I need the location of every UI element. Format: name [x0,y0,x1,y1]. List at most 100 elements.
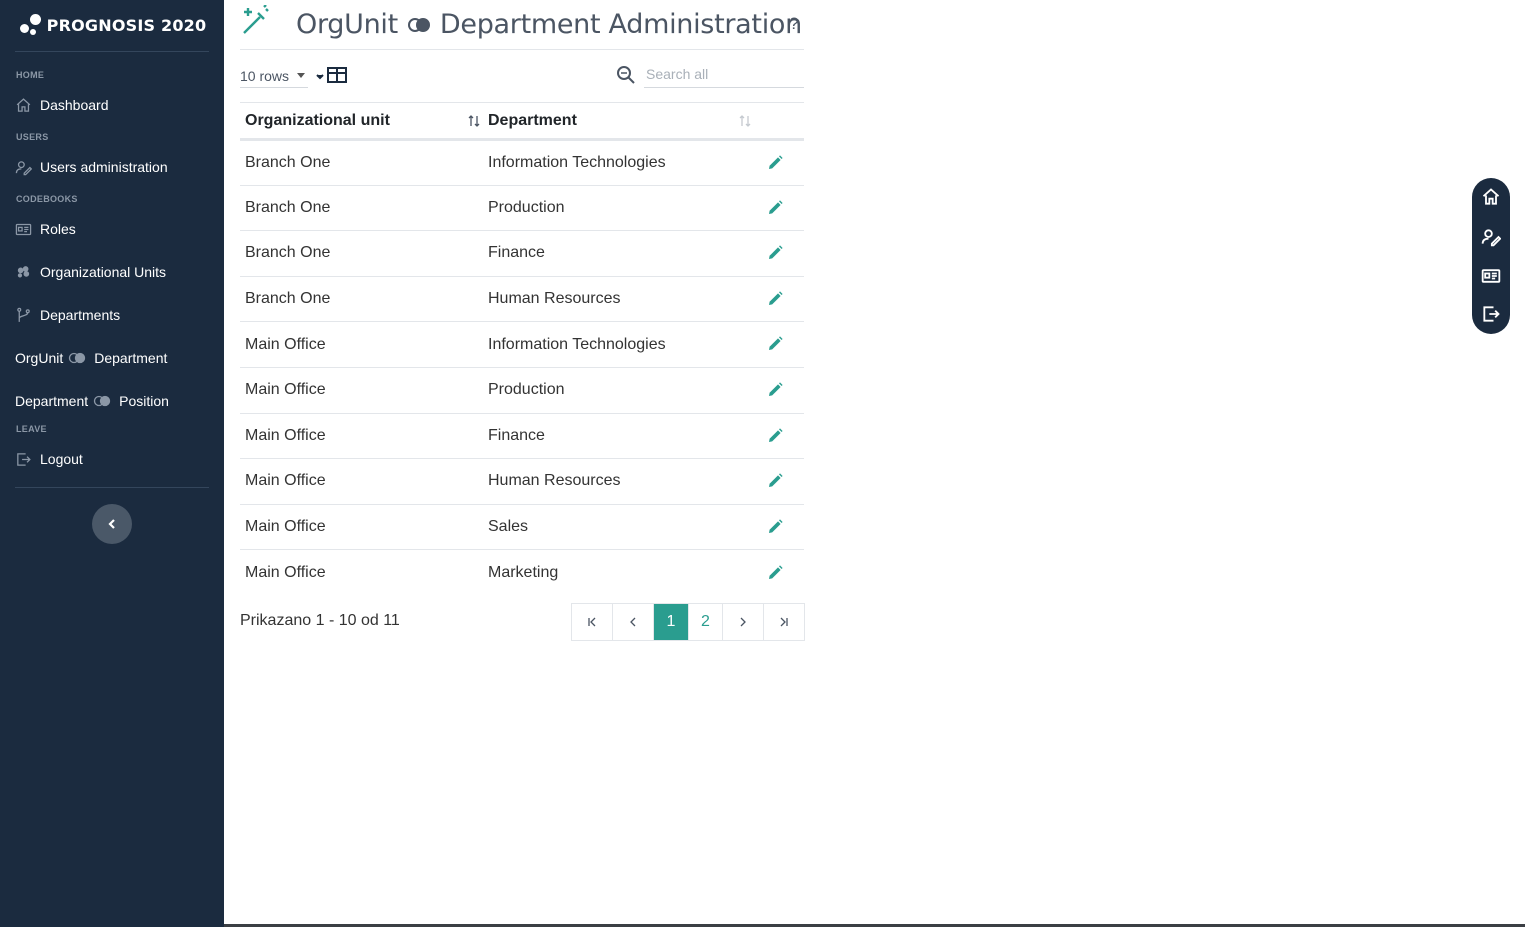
edit-button[interactable] [751,550,804,596]
edit-button[interactable] [751,276,804,323]
table-row[interactable]: Main Office Marketing [240,550,804,596]
edit-button[interactable] [751,185,804,232]
magic-wand-icon [243,4,269,34]
quick-nav-home-button[interactable] [1481,187,1501,207]
page-title-right: Department Administration [439,9,802,40]
sidebar-collapse-button[interactable] [92,504,132,544]
cell-department: Production [483,367,751,414]
data-table: Organizational unit Department Branch On… [240,102,804,595]
pagination: 1 2 [571,603,805,641]
caret-down-icon [297,73,306,78]
sidebar-item-dashboard[interactable]: Dashboard [15,94,109,116]
sidebar-item-label: Dashboard [40,97,109,113]
pencil-icon [769,382,783,397]
first-page-button[interactable] [572,604,613,640]
pencil-icon [769,428,783,442]
page-button-2[interactable]: 2 [689,604,723,640]
cell-org-unit: Main Office [240,458,483,505]
pencil-icon [769,245,783,260]
sidebar-item-roles[interactable]: Roles [15,218,76,240]
sort-icon [739,115,751,127]
sidebar-item-label-right: Department [94,350,168,366]
sidebar-item-orgunit-department[interactable]: OrgUnit Department [15,347,167,369]
next-page-button[interactable] [723,604,764,640]
column-toggle-button[interactable] [316,64,350,86]
cell-org-unit: Branch One [240,185,483,232]
sidebar-item-users-administration[interactable]: Users administration [15,156,168,178]
sidebar-item-label-right: Position [119,393,169,409]
column-header-label: Organizational unit [245,111,390,129]
table-row[interactable]: Main Office Sales [240,504,804,551]
sidebar-item-departments[interactable]: Departments [15,304,120,326]
cell-org-unit: Main Office [240,413,483,460]
section-label-home: HOME [16,70,45,80]
pencil-icon [769,565,783,579]
link-circles-icon [69,352,86,364]
pagination-summary: Prikazano 1 - 10 od 11 [240,612,400,629]
building-icon [17,265,30,277]
table-row[interactable]: Branch One Human Resources [240,276,804,323]
edit-button[interactable] [751,321,804,368]
quick-nav-logout-button[interactable] [1481,304,1501,324]
cell-department: Marketing [488,563,559,581]
quick-nav-roles-button[interactable] [1481,266,1501,286]
edit-button[interactable] [751,367,804,414]
chevron-left-icon [630,617,636,627]
help-button[interactable]: ? [784,14,804,34]
sort-icon [468,115,480,127]
table-row[interactable]: Main Office Information Technologies [240,321,804,368]
rows-per-page-select[interactable]: 10 rows [240,64,308,88]
cell-org-unit: Branch One [240,276,483,323]
table-row[interactable]: Main Office Production [240,367,804,414]
chevron-right-icon [740,617,746,627]
edit-button[interactable] [751,230,804,277]
edit-button[interactable] [751,458,804,505]
search-input[interactable] [644,60,804,88]
table-row[interactable]: Main Office Human Resources [240,458,804,505]
edit-button[interactable] [751,504,804,551]
brand[interactable]: PROGNOSIS 2020 [0,0,224,50]
sidebar-item-department-position[interactable]: Department Position [15,390,169,412]
sidebar-item-label: Departments [40,307,121,323]
cell-department: Human Resources [483,276,751,323]
sidebar-item-organizational-units[interactable]: Organizational Units [15,261,166,283]
cell-department: Finance [483,230,751,277]
search-icon [617,66,635,84]
table-row[interactable]: Branch One Finance [240,230,804,277]
rows-per-page-value: 10 rows [240,67,290,84]
logout-icon [17,452,31,466]
column-header-organizational-unit[interactable]: Organizational unit [240,102,483,141]
cell-org-unit: Main Office [240,367,483,414]
page-button-1[interactable]: 1 [654,604,689,640]
first-page-icon [588,617,596,627]
table-row[interactable]: Main Office Finance [240,413,804,460]
quick-nav [1472,178,1510,334]
sidebar-item-logout[interactable]: Logout [15,448,83,470]
table-header-row: Organizational unit Department [240,102,804,141]
user-edit-icon [1481,229,1502,247]
pencil-icon [769,519,783,533]
previous-page-button[interactable] [613,604,654,640]
cell-department: Information Technologies [483,321,751,368]
table-row[interactable]: Branch One Production [240,185,804,232]
column-header-actions [751,102,804,141]
table-row[interactable]: Branch One Information Technologies [240,139,804,186]
last-page-button[interactable] [764,604,804,640]
sidebar-item-label-left: Department [15,393,89,409]
pencil-icon [769,154,783,169]
edit-button[interactable] [751,139,804,186]
column-header-department[interactable]: Department [483,102,751,141]
section-label-codebooks: CODEBOOKS [16,194,78,204]
quick-nav-users-button[interactable] [1481,227,1502,247]
page-title-left: OrgUnit [296,9,398,40]
chevron-left-icon [108,519,115,529]
cell-org-unit: Branch One [240,139,483,186]
section-label-leave: LEAVE [16,424,47,434]
edit-button[interactable] [751,413,804,460]
cell-department: Sales [483,504,751,551]
pencil-icon [769,473,783,488]
pencil-icon [769,291,783,305]
cell-department: Information Technologies [483,139,751,186]
cell-org-unit: Main Office [240,504,483,551]
cell-org-unit: Main Office [240,321,483,368]
